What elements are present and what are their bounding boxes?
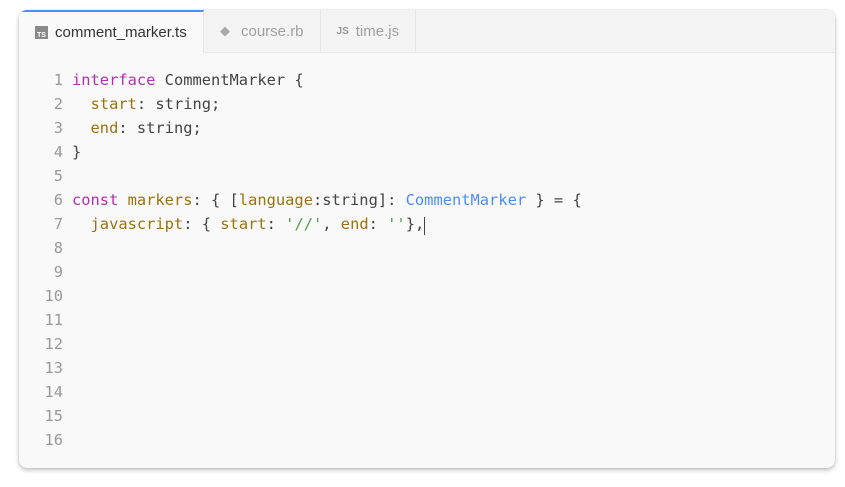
code-editor-card: TS comment_marker.ts ◆ course.rb JS time… [19, 10, 835, 468]
code-token: } = { [526, 191, 582, 209]
tab-label: comment_marker.ts [55, 24, 187, 41]
line-number: 12 [44, 335, 63, 353]
code-token: language [238, 191, 313, 209]
line-content: start: string; [72, 92, 221, 116]
line-number: 10 [44, 287, 63, 305]
code-token: end [340, 215, 369, 233]
code-line[interactable]: 1 interface CommentMarker { [19, 68, 582, 92]
code-token: : [266, 215, 286, 233]
code-line[interactable]: 3 end: string; [19, 116, 582, 140]
typescript-icon: TS [35, 26, 48, 39]
line-number: 11 [44, 311, 63, 329]
code-token: : { [183, 215, 221, 233]
code-line[interactable]: 2 start: string; [19, 92, 582, 116]
code-token: markers [127, 191, 193, 209]
code-line[interactable]: 13 [19, 356, 582, 380]
code-token: , [322, 215, 341, 233]
line-number: 16 [44, 431, 63, 449]
line-content: } [72, 140, 81, 164]
tab-bar: TS comment_marker.ts ◆ course.rb JS time… [19, 10, 835, 53]
line-number: 4 [53, 143, 63, 161]
code-line[interactable]: 7 javascript: { start: '//', end: ''}, [19, 212, 582, 236]
javascript-icon: JS [336, 25, 349, 37]
code-token: :string]: [312, 191, 406, 209]
code-line[interactable]: 10 [19, 284, 582, 308]
code-token: const [72, 191, 128, 209]
code-line[interactable]: 15 [19, 404, 582, 428]
ruby-icon: ◆ [220, 23, 230, 38]
code-token: start [220, 215, 267, 233]
code-token: end [72, 119, 119, 137]
line-number: 6 [53, 191, 63, 209]
code-area[interactable]: 1 interface CommentMarker {2 start: strin… [19, 68, 582, 452]
code-token: : string; [118, 119, 202, 137]
line-content: javascript: { start: '//', end: ''}, [72, 212, 426, 236]
tab-course-rb[interactable]: ◆ course.rb [204, 10, 321, 52]
code-token: javascript [72, 215, 184, 233]
code-line[interactable]: 6 const markers: { [language:string]: Com… [19, 188, 582, 212]
tab-time-js[interactable]: JS time.js [321, 10, 417, 52]
tab-label: time.js [355, 22, 400, 40]
code-token: CommentMarker [405, 191, 527, 209]
code-line[interactable]: 11 [19, 308, 582, 332]
line-number: 7 [53, 215, 63, 233]
code-token: start [72, 95, 137, 113]
line-number: 15 [44, 407, 63, 425]
code-token: : { [ [192, 191, 239, 209]
code-line[interactable]: 14 [19, 380, 582, 404]
line-number: 13 [44, 359, 63, 377]
code-token: } [72, 143, 82, 161]
line-content: end: string; [72, 116, 202, 140]
line-number: 1 [53, 71, 63, 89]
line-number: 3 [53, 119, 63, 137]
tab-label: course.rb [241, 22, 304, 40]
line-number: 9 [53, 263, 63, 281]
code-token: }, [405, 215, 425, 233]
code-token: '' [387, 215, 406, 233]
code-token: '//' [285, 215, 323, 233]
tab-comment-marker-ts[interactable]: TS comment_marker.ts [19, 10, 204, 53]
line-content: const markers: { [language:string]: Comm… [72, 188, 582, 212]
line-number: 8 [53, 239, 63, 257]
code-line[interactable]: 8 [19, 236, 582, 260]
code-line[interactable]: 16 [19, 428, 582, 452]
code-token: CommentMarker { [164, 71, 304, 89]
code-line[interactable]: 9 [19, 260, 582, 284]
code-token: interface [72, 71, 165, 89]
code-line[interactable]: 4} [19, 140, 582, 164]
line-content: interface CommentMarker { [72, 68, 304, 92]
code-token: : [368, 215, 388, 233]
line-number: 2 [53, 95, 63, 113]
code-token: : string; [136, 95, 221, 113]
text-cursor [424, 217, 426, 235]
code-line[interactable]: 12 [19, 332, 582, 356]
line-number: 5 [53, 167, 63, 185]
line-number: 14 [44, 383, 63, 401]
code-line[interactable]: 5 [19, 164, 582, 188]
